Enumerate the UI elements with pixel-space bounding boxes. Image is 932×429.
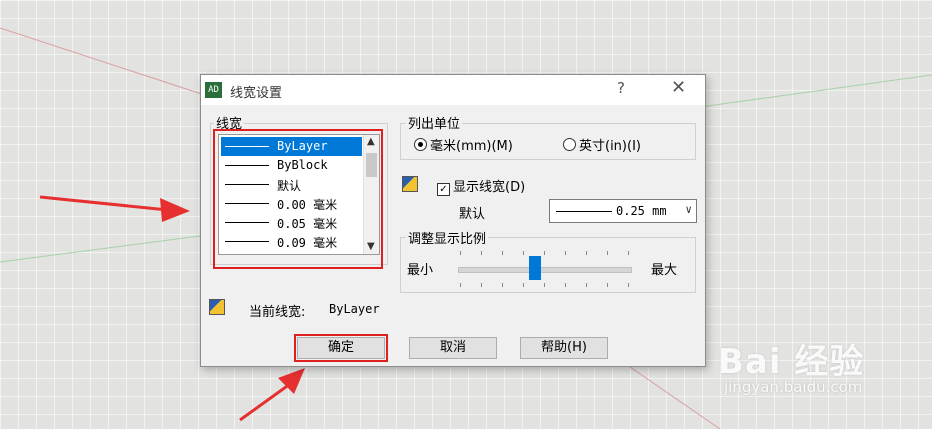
dialog-titlebar[interactable]: AD 线宽设置 ? ✕: [201, 75, 705, 105]
radio-mm-label: 毫米(mm)(M): [430, 139, 513, 154]
display-lineweight-checkbox[interactable]: ✓ 显示线宽(D): [437, 176, 525, 196]
slider-tick: [523, 251, 524, 255]
annotation-box-list: [213, 129, 383, 269]
slider-tick: [586, 283, 587, 287]
radio-inch-indicator[interactable]: [563, 138, 576, 151]
scale-group-label: 调整显示比例: [406, 228, 489, 247]
axis-line-green-left: [0, 235, 201, 263]
slider-tick: [523, 283, 524, 287]
current-lineweight-value: ByLayer: [329, 302, 380, 316]
lineweight-dialog: AD 线宽设置 ? ✕ 线宽 ByLayer ByBlock 默认 0.00 毫…: [200, 74, 706, 367]
slider-tick: [628, 283, 629, 287]
slider-tick: [586, 251, 587, 255]
slider-tick: [607, 251, 608, 255]
axis-line-green: [699, 74, 932, 108]
annotation-box-ok: [294, 334, 388, 362]
axis-line-red-bottom: [629, 366, 721, 429]
slider-tick: [481, 251, 482, 255]
radio-inch[interactable]: 英寸(in)(I): [563, 135, 641, 154]
dialog-title: 线宽设置: [230, 86, 283, 101]
radio-mm-indicator[interactable]: [414, 138, 427, 151]
radio-mm[interactable]: 毫米(mm)(M): [414, 135, 513, 154]
display-lineweight-label: 显示线宽(D): [453, 180, 526, 195]
lineweight-display-icon: [402, 176, 418, 192]
slider-tick: [502, 251, 503, 255]
radio-inch-label: 英寸(in)(I): [579, 139, 641, 154]
slider-tick: [460, 251, 461, 255]
slider-tick: [544, 251, 545, 255]
default-lineweight-select[interactable]: 0.25 mm ∨: [549, 199, 697, 223]
help-button[interactable]: 帮助(H): [520, 337, 608, 359]
help-icon[interactable]: ?: [617, 79, 625, 97]
axis-line-red: [0, 27, 221, 101]
cancel-button[interactable]: 取消: [409, 337, 497, 359]
slider-tick: [544, 283, 545, 287]
slider-tick: [502, 283, 503, 287]
app-icon: AD: [205, 82, 222, 98]
watermark-brand: Bai 经验: [718, 342, 865, 382]
scale-min-label: 最小: [407, 263, 434, 278]
close-icon[interactable]: ✕: [671, 77, 686, 98]
annotation-arrow-left: [39, 195, 169, 212]
annotation-arrowhead-left: [160, 198, 190, 222]
baidu-watermark: Bai 经验 jingyan.baidu.com: [718, 334, 865, 396]
slider-tick: [565, 251, 566, 255]
scale-slider-thumb[interactable]: [529, 256, 542, 280]
scale-slider-track[interactable]: [458, 267, 632, 273]
chevron-down-icon[interactable]: ∨: [685, 203, 692, 216]
units-group-label: 列出单位: [406, 113, 463, 132]
slider-tick: [481, 283, 482, 287]
lineweight-sample: [556, 211, 612, 212]
slider-tick: [628, 251, 629, 255]
annotation-arrow-bottom: [239, 382, 291, 422]
slider-tick: [460, 283, 461, 287]
watermark-url: jingyan.baidu.com: [724, 378, 863, 396]
default-lineweight-value: 0.25 mm: [616, 204, 667, 218]
slider-tick: [607, 283, 608, 287]
slider-tick: [565, 283, 566, 287]
current-lineweight-icon: [209, 299, 225, 315]
default-label: 默认: [459, 207, 486, 222]
scale-max-label: 最大: [651, 263, 678, 278]
current-lineweight-label: 当前线宽:: [249, 305, 306, 320]
checkbox-indicator[interactable]: ✓: [437, 183, 450, 196]
